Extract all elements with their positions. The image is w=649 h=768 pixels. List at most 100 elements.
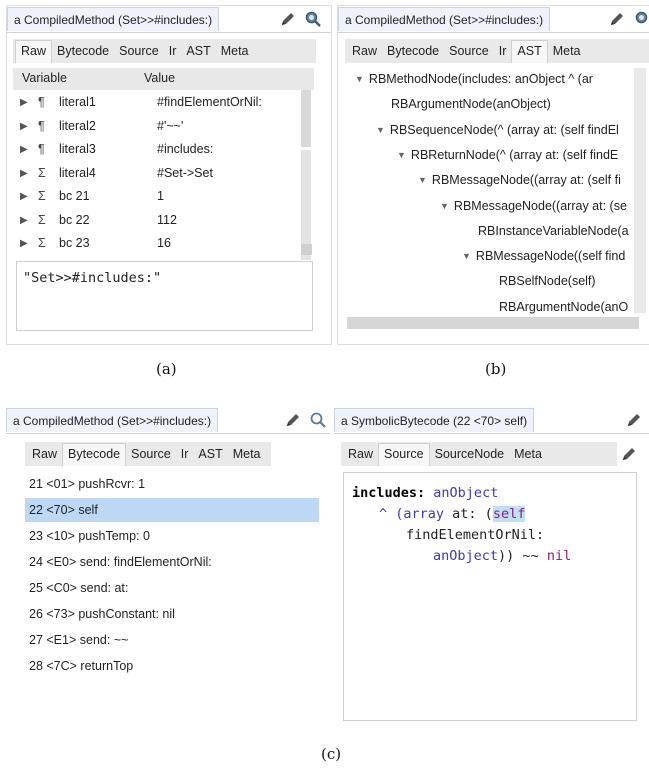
tab-raw[interactable]: Raw: [343, 443, 378, 465]
tab-bytecode[interactable]: Bytecode: [382, 40, 444, 62]
tab-ir[interactable]: Ir: [494, 40, 512, 62]
table-row[interactable]: ▶ ¶ literal2 #'~~': [13, 116, 303, 139]
ast-node-label: RBArgumentNode(anObject): [391, 97, 551, 112]
table-row[interactable]: ▶ Σbc 23 16: [13, 233, 303, 256]
bytecode-row[interactable]: 22 <70> self: [25, 498, 319, 522]
ast-tree-node[interactable]: ▼ RBReturnNode(^ (array at: (self findE: [397, 148, 618, 162]
expand-triangle-icon[interactable]: ▶: [20, 215, 28, 226]
variable-name: literal1: [59, 95, 96, 109]
tab-bytecode[interactable]: Bytecode: [62, 442, 127, 466]
tab-ir[interactable]: Ir: [176, 443, 194, 465]
nil-literal: nil: [546, 548, 572, 564]
panel-c-right-titlebar: a SymbolicBytecode (22 <70> self): [334, 407, 649, 434]
bytecode-row[interactable]: 25 <C0> send: at:: [25, 576, 319, 600]
panel-b-titlebar: a CompiledMethod (Set>>#includes:): [338, 6, 649, 33]
ast-node-label: RBMethodNode(includes: anObject ^ (ar: [368, 72, 593, 86]
expand-triangle-icon[interactable]: ▼: [397, 150, 406, 160]
edit-source-pencil-icon[interactable]: [620, 445, 638, 463]
table-scrollbar[interactable]: [301, 90, 311, 147]
tab-meta[interactable]: Meta: [509, 443, 547, 465]
table-row[interactable]: ▶ Σbc 21 1: [13, 186, 303, 209]
caption-c: (c): [321, 745, 342, 763]
tab-source[interactable]: Source: [114, 40, 164, 62]
bytecode-row[interactable]: 21 <01> pushRcvr: 1: [25, 472, 319, 496]
pencil-icon[interactable]: [625, 411, 643, 429]
expand-triangle-icon[interactable]: ▶: [20, 97, 28, 108]
panel-a-title[interactable]: a CompiledMethod (Set>>#includes:): [7, 7, 220, 31]
ast-tree-vscroll[interactable]: [634, 68, 646, 313]
table-row[interactable]: ▶ ¶ literal1 #findElementOrNil:: [13, 92, 303, 115]
table-row[interactable]: ▶ Σbc 22 112: [13, 210, 303, 233]
expand-triangle-icon[interactable]: ▼: [440, 201, 449, 211]
source-line-4: anObject)) ~~ nil: [433, 546, 571, 567]
tab-sourcenode[interactable]: SourceNode: [430, 443, 510, 465]
ast-tree-node[interactable]: ▼ RBMessageNode((array at: (self fi: [418, 173, 621, 187]
caption-a: (a): [156, 360, 177, 378]
pencil-icon[interactable]: [608, 10, 626, 28]
inspect-magnifier-icon[interactable]: [309, 411, 327, 429]
slot-marker: ¶: [38, 118, 45, 133]
column-header-variable[interactable]: Variable: [22, 71, 67, 85]
tab-source[interactable]: Source: [378, 442, 430, 466]
tab-source[interactable]: Source: [126, 443, 176, 465]
ast-tree-node[interactable]: ▼ RBMessageNode((self find: [462, 249, 625, 263]
panel-b-tabs: Raw Bytecode Source Ir AST Meta: [345, 39, 649, 63]
bytecode-row[interactable]: 27 <E1> send: ~~: [25, 628, 319, 652]
expand-triangle-icon[interactable]: ▶: [20, 144, 28, 155]
expand-triangle-icon[interactable]: ▼: [462, 251, 471, 261]
expand-triangle-icon[interactable]: ▶: [20, 191, 28, 202]
expand-triangle-icon[interactable]: ▼: [355, 74, 364, 84]
column-header-value[interactable]: Value: [144, 71, 175, 85]
ast-tree-node[interactable]: RBInstanceVariableNode(a: [478, 224, 629, 238]
expand-triangle-icon[interactable]: ▶: [20, 238, 28, 249]
expand-triangle-icon[interactable]: ▼: [418, 175, 427, 185]
expand-triangle-icon[interactable]: ▶: [20, 168, 28, 179]
tab-raw[interactable]: Raw: [15, 39, 53, 63]
ast-tree-node[interactable]: ▼ RBMethodNode(includes: anObject ^ (ar: [355, 72, 593, 86]
ast-node-label: RBReturnNode(^ (array at: (self findE: [410, 147, 619, 162]
inspect-magnifier-icon[interactable]: [304, 10, 322, 28]
tab-meta[interactable]: Meta: [216, 40, 254, 62]
tab-bytecode[interactable]: Bytecode: [52, 40, 114, 62]
variable-value: #Set->Set: [157, 165, 213, 180]
variable-value: #'~~': [157, 118, 184, 133]
panel-c-right-title[interactable]: a SymbolicBytecode (22 <70> self): [334, 408, 535, 432]
bytecode-row[interactable]: 26 <73> pushConstant: nil: [25, 602, 319, 626]
pencil-icon[interactable]: [279, 10, 297, 28]
array-variable: array: [403, 506, 445, 522]
tab-meta[interactable]: Meta: [228, 443, 266, 465]
bytecode-row[interactable]: 23 <10> pushTemp: 0: [25, 524, 319, 548]
inspect-magnifier-icon[interactable]: [634, 10, 649, 28]
tab-source[interactable]: Source: [444, 40, 494, 62]
tab-ast[interactable]: AST: [181, 40, 215, 62]
expand-triangle-icon[interactable]: ▶: [20, 121, 28, 132]
source-line-3: findElementOrNil:: [406, 527, 545, 543]
pencil-icon[interactable]: [284, 411, 302, 429]
ast-tree-node[interactable]: RBSelfNode(self): [499, 274, 596, 288]
ast-tree-node[interactable]: ▼ RBSequenceNode(^ (array at: (self findE…: [376, 123, 619, 137]
source-code-editor[interactable]: includes: anObject ^ (array at: (self fi…: [343, 472, 637, 721]
table-row[interactable]: ▶ ¶ literal3 #includes:: [13, 139, 303, 162]
tab-ast[interactable]: AST: [511, 39, 548, 63]
bytecode-row[interactable]: 24 <E0> send: findElementOrNil:: [25, 550, 319, 574]
ast-tree-node[interactable]: RBArgumentNode(anObject): [391, 97, 551, 111]
ast-tree-node[interactable]: ▼ RBMessageNode((array at: (se: [440, 199, 627, 213]
expand-triangle-icon[interactable]: ▼: [376, 125, 385, 135]
bytecode-row[interactable]: 28 <7C> returnTop: [25, 654, 319, 678]
tab-ast[interactable]: AST: [193, 443, 227, 465]
ast-node-label: RBMessageNode((array at: (se: [453, 198, 627, 213]
slot-marker: ¶: [38, 95, 45, 109]
highlighted-self: self: [492, 506, 526, 522]
panel-c-left-title[interactable]: a CompiledMethod (Set>>#includes:): [6, 408, 219, 432]
ast-tree-node[interactable]: RBArgumentNode(anO: [499, 300, 628, 314]
tab-raw[interactable]: Raw: [347, 40, 382, 62]
evaluator-pane[interactable]: "Set>>#includes:": [16, 261, 313, 331]
panel-b-title[interactable]: a CompiledMethod (Set>>#includes:): [338, 7, 551, 31]
tab-ir[interactable]: Ir: [164, 40, 182, 62]
source-line-1: includes: anObject: [352, 483, 498, 504]
table-row[interactable]: ▶ Σliteral4 #Set->Set: [13, 163, 303, 186]
ast-tree-hscroll[interactable]: [347, 317, 639, 329]
tab-meta[interactable]: Meta: [548, 40, 586, 62]
return-caret: ^ (: [379, 506, 404, 522]
tab-raw[interactable]: Raw: [27, 443, 62, 465]
